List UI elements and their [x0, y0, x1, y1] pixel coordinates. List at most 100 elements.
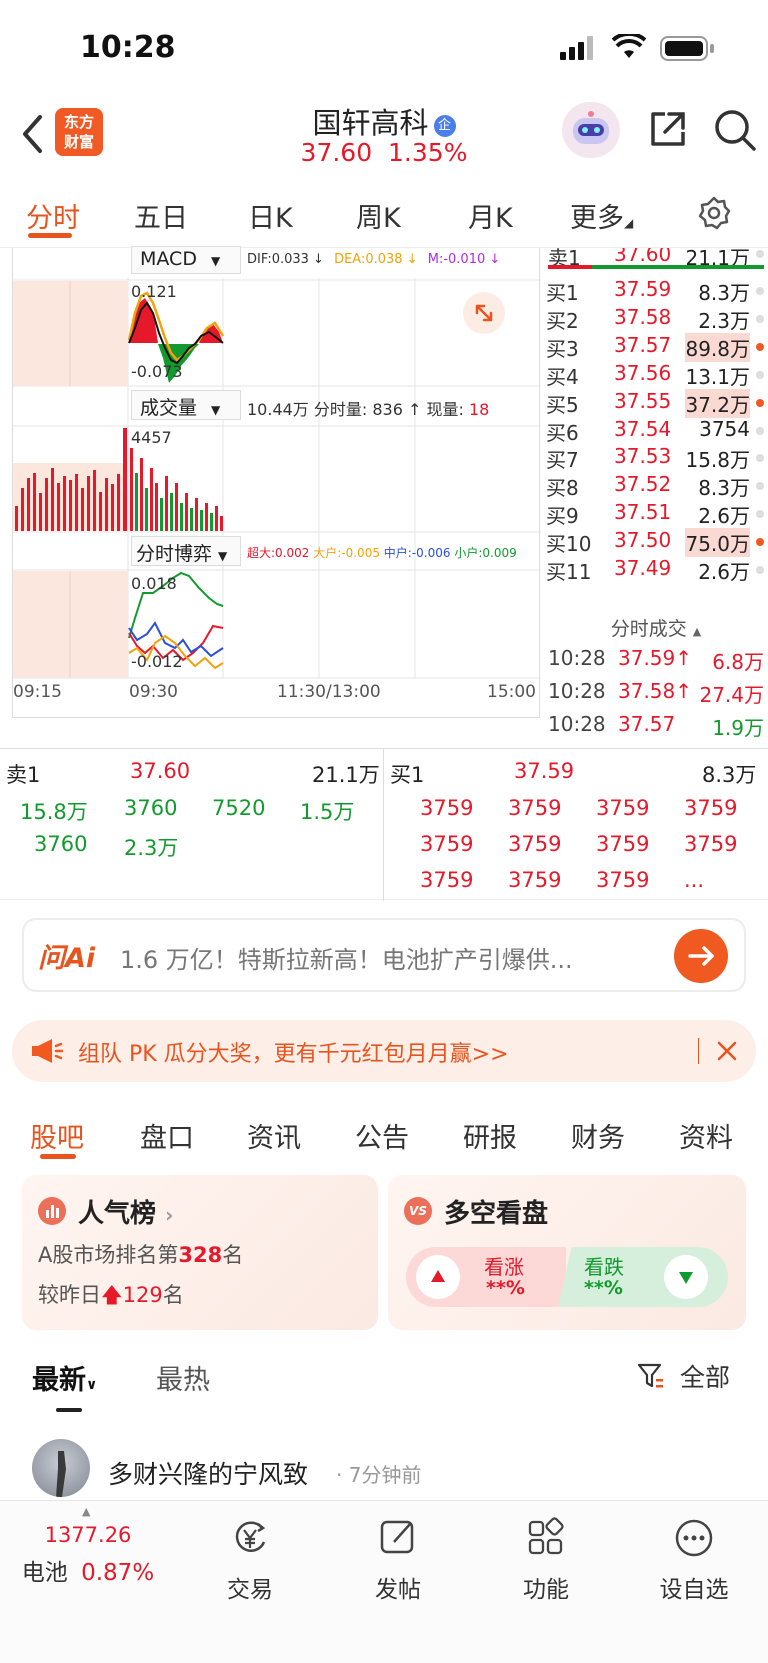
game-label: 分时博弈 — [136, 543, 213, 565]
dropdown-caret-icon: ▼ — [211, 403, 221, 417]
settings-gear-icon[interactable] — [697, 196, 731, 234]
tab-forum[interactable]: 股吧 — [30, 1116, 84, 1155]
nav-functions[interactable]: 功能 — [476, 1516, 616, 1604]
buy-price: 37.53 — [614, 444, 672, 469]
search-suggestion: 1.6 万亿！特斯拉新高！电池扩产引爆供... — [120, 946, 573, 974]
popularity-card[interactable]: 人气榜 › A股市场排名第328名 较昨日🡅129名 — [22, 1175, 378, 1330]
index-caret-icon: ▲ — [82, 1505, 91, 1518]
buy-vol: 89.8万 — [685, 332, 750, 362]
arrow-up-icon: 🡅 — [101, 1283, 123, 1307]
buy-vol: 75.0万 — [685, 528, 750, 558]
game-selector[interactable]: 分时博弈 ▼ — [131, 536, 241, 566]
arrow-right-icon — [688, 946, 714, 966]
vote-up-button[interactable]: 看涨 **% — [406, 1247, 566, 1307]
vote-down-label: 看跌 — [584, 1255, 624, 1279]
promo-banner[interactable]: 组队 PK 瓜分大奖，更有千元红包月月赢>> — [12, 1020, 756, 1082]
tab-daily-k[interactable]: 日K — [248, 196, 293, 235]
queue-cell: 3759 — [508, 832, 562, 856]
nav-post[interactable]: 发帖 — [328, 1516, 468, 1604]
nav-add-watchlist-label: 设自选 — [659, 1577, 729, 1603]
nav-trade[interactable]: 交易 — [180, 1516, 320, 1604]
tab-news[interactable]: 资讯 — [247, 1116, 301, 1155]
queue-panel[interactable]: 卖1 37.60 21.1万 买1 37.59 8.3万 15.8万 3760 75… — [0, 748, 768, 901]
tick-vol: 6.8万 — [712, 650, 764, 674]
tick-time: 10:28 — [548, 712, 606, 736]
tab-five-day[interactable]: 五日 — [134, 196, 188, 235]
triangle-up-icon — [416, 1255, 460, 1299]
dot-icon — [756, 510, 764, 519]
ai-robot-icon[interactable] — [562, 102, 620, 158]
intraday-chart-panel[interactable]: MACD ▼ DIF:0.033 ↓ DEA:0.038 ↓ M:-0.010 ↓… — [12, 246, 541, 718]
forum-post[interactable]: 多财兴隆的宁风致 · 7分钟前 — [0, 1425, 768, 1500]
dot-icon — [756, 426, 764, 435]
search-icon[interactable] — [713, 108, 757, 156]
triangle-down-icon — [664, 1255, 708, 1299]
ai-search-bar[interactable]: 问Ai 1.6 万亿！特斯拉新高！电池扩产引爆供... — [22, 918, 746, 992]
expand-icon[interactable] — [463, 292, 505, 334]
tab-orderbook[interactable]: 盘口 — [140, 1116, 194, 1155]
tab-more[interactable]: 更多◢ — [570, 196, 633, 235]
popularity-title: 人气榜 › — [78, 1193, 173, 1230]
queue-cell: 3759 — [684, 796, 738, 820]
tick-title: 分时成交 ▲ — [544, 608, 768, 641]
buy-price: 37.55 — [614, 388, 672, 413]
queue-sell-vol: 21.1万 — [312, 763, 380, 787]
buy-price: 37.56 — [614, 360, 672, 385]
go-arrow-button[interactable] — [674, 929, 728, 983]
buy-vol: 2.6万 — [698, 560, 750, 584]
avatar[interactable] — [32, 1439, 90, 1497]
tick-title-text: 分时成交 — [610, 618, 687, 640]
game-super: 超大:0.002 — [247, 546, 310, 560]
ask-ai-logo: 问Ai — [38, 943, 96, 974]
dropdown-caret-icon: ▼ — [218, 549, 228, 563]
order-book[interactable]: 卖1 37.60 21.1万 买1 37.59 8.3万 买2 37.58 2.3万 买3 3… — [544, 248, 768, 608]
queue-cell: ... — [684, 868, 705, 892]
filter-button[interactable]: 全部 — [636, 1358, 730, 1394]
macd-selector[interactable]: MACD ▼ — [131, 246, 241, 274]
queue-cell: 3759 — [420, 868, 474, 892]
tick-row: 10:28 37.59↑ 6.8万 — [544, 646, 768, 675]
tab-profile[interactable]: 资料 — [679, 1116, 733, 1155]
tab-finance[interactable]: 财务 — [571, 1116, 625, 1155]
dot-icon — [756, 398, 764, 407]
close-icon[interactable] — [714, 1038, 740, 1068]
buy-label: 买4 — [546, 364, 579, 389]
volume-selector[interactable]: 成交量 ▼ — [131, 390, 241, 420]
volume-current: 18 — [468, 400, 490, 419]
vote-down-button[interactable]: 看跌 **% — [558, 1247, 728, 1307]
banner-divider — [698, 1038, 699, 1064]
tab-weekly-k[interactable]: 周K — [356, 196, 401, 235]
buy-price: 37.59 — [614, 277, 672, 301]
chevron-right-icon: › — [165, 1203, 174, 1227]
yen-circle-icon — [235, 1521, 266, 1552]
sort-latest[interactable]: 最新∨ — [32, 1358, 97, 1397]
tab-research[interactable]: 研报 — [463, 1116, 517, 1155]
index-change: 0.87% — [81, 1560, 155, 1586]
bid-ask-bar-red — [548, 265, 592, 269]
buy-row: 买3 37.57 89.8万 — [544, 332, 768, 362]
time-axis-3: 15:00 — [487, 682, 536, 702]
buy-label: 买3 — [546, 336, 579, 361]
tab-intraday[interactable]: 分时 — [26, 196, 80, 235]
bull-bear-card[interactable]: VS 多空看盘 看涨 **% 看跌 **% — [388, 1175, 746, 1330]
tab-monthly-k[interactable]: 月K — [468, 196, 513, 235]
tab-announcements[interactable]: 公告 — [355, 1116, 409, 1155]
time-axis-1: 09:30 — [129, 682, 178, 702]
post-username[interactable]: 多财兴隆的宁风致 — [108, 1455, 308, 1491]
battery-icon — [660, 36, 716, 66]
dot-icon — [756, 566, 764, 574]
tick-row: 10:28 37.57 1.9万 — [544, 712, 768, 741]
game-values: 超大:0.002 大户:-0.005 中户:-0.006 小户:0.009 — [247, 544, 517, 561]
tick-trades[interactable]: 分时成交 ▲ 10:28 37.59↑ 6.8万 10:28 37.58↑ 27.4万 10… — [544, 608, 768, 748]
queue-cell: 1.5万 — [300, 800, 355, 824]
nav-add-watchlist[interactable]: 设自选 — [624, 1516, 764, 1604]
index-quote[interactable]: 1377.26 电池 0.87% — [18, 1523, 158, 1587]
share-icon[interactable] — [647, 108, 689, 154]
macd-values: DIF:0.033 ↓ DEA:0.038 ↓ M:-0.010 ↓ — [247, 252, 500, 267]
caret-down-icon: ◢ — [624, 216, 634, 230]
index-line: 电池 0.87% — [18, 1553, 158, 1587]
tick-time: 10:28 — [548, 679, 606, 703]
sort-hot[interactable]: 最热 — [156, 1358, 210, 1397]
buy-row: 买8 37.52 8.3万 — [544, 472, 768, 501]
current-price: 37.60 — [300, 138, 373, 167]
